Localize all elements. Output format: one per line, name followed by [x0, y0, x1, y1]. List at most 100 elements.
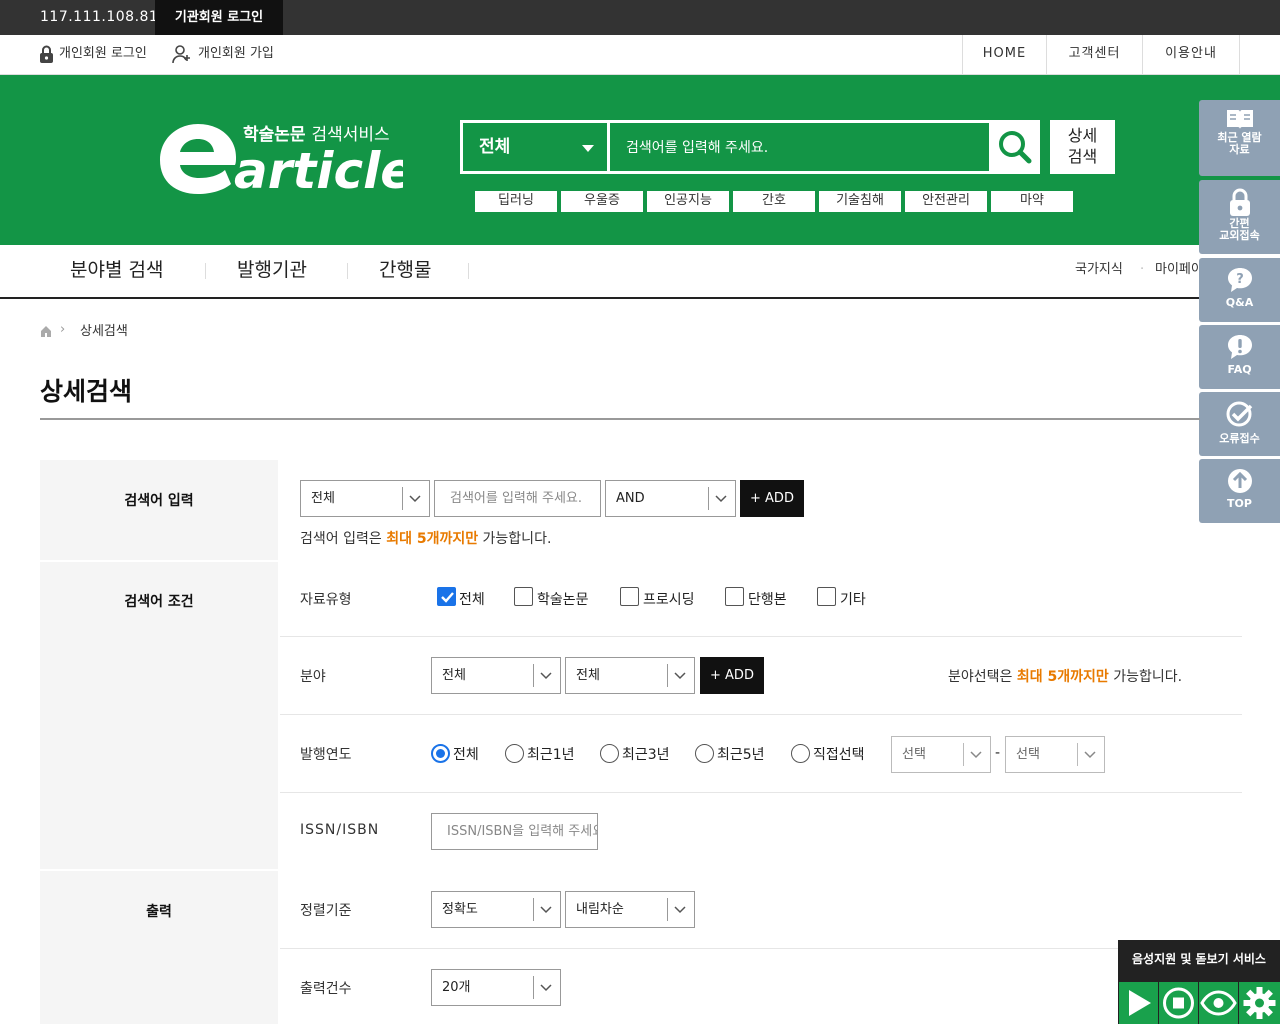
row-divider: [280, 792, 1242, 793]
type-etc-checkbox[interactable]: [817, 587, 836, 606]
institution-login-button[interactable]: 기관회원 로그인: [155, 0, 283, 35]
quick-error-report[interactable]: 오류접수: [1199, 392, 1280, 456]
main-search-input[interactable]: 검색어를 입력해 주세요.: [610, 120, 992, 174]
svg-text:?: ?: [1236, 272, 1244, 287]
nav-field-search[interactable]: 분야별 검색: [70, 245, 163, 297]
year-3-radio[interactable]: [600, 744, 619, 763]
customer-center-link[interactable]: 고객센터: [1046, 35, 1142, 75]
quick-faq[interactable]: FAQ: [1199, 325, 1280, 389]
type-book-checkbox[interactable]: [725, 587, 744, 606]
type-all-checkbox[interactable]: [437, 587, 456, 606]
keyword-tag[interactable]: 기술침해: [819, 191, 901, 212]
personal-join-label: 개인회원 가입: [198, 46, 274, 61]
breadcrumb-current: 상세검색: [80, 324, 128, 339]
year-to-select[interactable]: 선택: [1005, 736, 1105, 773]
title-divider: [40, 418, 1200, 420]
gear-icon: [1243, 987, 1276, 1019]
chevron-down-icon: [540, 984, 552, 992]
result-count-value: 20개: [442, 980, 471, 995]
home-link[interactable]: HOME: [962, 35, 1046, 75]
quick-top-label: TOP: [1227, 497, 1252, 510]
detail-search-label-1: 상세: [1067, 126, 1098, 145]
note-text: 가능합니다.: [478, 531, 552, 547]
keyword-input[interactable]: 검색어를 입력해 주세요.: [434, 480, 601, 517]
keyword-tag[interactable]: 딥러닝: [475, 191, 557, 212]
earticle-logo[interactable]: article: [158, 112, 414, 200]
book-icon: [1226, 110, 1253, 129]
quick-offcampus-access[interactable]: 간편 교외접속: [1199, 180, 1280, 254]
keyword-tag[interactable]: 인공지능: [647, 191, 729, 212]
field-major-select[interactable]: 전체: [431, 657, 561, 694]
keyword-tag[interactable]: 마약: [991, 191, 1073, 212]
year-label: 발행연도: [300, 747, 352, 763]
type-article-label: 학술논문: [537, 592, 589, 608]
result-count-select[interactable]: 20개: [431, 969, 561, 1006]
operator-value: AND: [616, 491, 645, 506]
sort-by-select[interactable]: 정확도: [431, 891, 561, 928]
chevron-down-icon: [1084, 751, 1096, 759]
year-from-select[interactable]: 선택: [891, 736, 991, 773]
lock-icon: [1229, 188, 1250, 216]
home-icon[interactable]: [40, 325, 52, 337]
field-minor-value: 전체: [576, 668, 600, 683]
year-to-value: 선택: [1016, 747, 1040, 762]
personal-login-link[interactable]: 개인회원 로그인: [40, 35, 147, 75]
nav-journals[interactable]: 간행물: [379, 245, 431, 297]
quick-qna-label: Q&A: [1225, 296, 1254, 309]
quick-error-label: 오류접수: [1219, 432, 1260, 445]
nav-mypage[interactable]: 마이페이: [1155, 245, 1199, 297]
type-article-checkbox[interactable]: [514, 587, 533, 606]
year-range-dash: -: [995, 745, 1001, 761]
add-keyword-button[interactable]: + ADD: [740, 480, 804, 517]
quick-top[interactable]: TOP: [1199, 459, 1280, 523]
row-divider: [280, 714, 1242, 715]
field-minor-select[interactable]: 전체: [565, 657, 695, 694]
keyword-tag[interactable]: 간호: [733, 191, 815, 212]
issn-input[interactable]: ISSN/ISBN을 입력해 주세요.: [431, 813, 598, 850]
type-proceeding-checkbox[interactable]: [620, 587, 639, 606]
add-field-button[interactable]: + ADD: [700, 657, 764, 694]
keyword-tag[interactable]: 안전관리: [905, 191, 987, 212]
keyword-tag[interactable]: 우울증: [561, 191, 643, 212]
nav-divider: [205, 263, 206, 279]
stop-button[interactable]: [1159, 982, 1198, 1024]
magnifier-button[interactable]: [1199, 982, 1238, 1024]
guide-link[interactable]: 이용안내: [1142, 35, 1240, 75]
year-custom-radio[interactable]: [791, 744, 810, 763]
year-1-label: 최근1년: [527, 747, 575, 763]
chevron-down-icon: [409, 495, 421, 503]
quick-recent-label-2: 자료: [1229, 143, 1250, 156]
label-cell-search-input: [40, 460, 278, 560]
year-3-label: 최근3년: [622, 747, 670, 763]
note-highlight: 최대 5개까지만: [1016, 669, 1109, 685]
quick-offcampus-label-2: 교외접속: [1219, 229, 1260, 242]
question-icon: ?: [1227, 268, 1252, 292]
stop-icon: [1163, 987, 1194, 1019]
search-button[interactable]: [990, 120, 1040, 174]
eye-icon: [1200, 990, 1237, 1016]
quick-qna[interactable]: ? Q&A: [1199, 258, 1280, 322]
chevron-down-icon: [715, 495, 727, 503]
nav-national-knowledge[interactable]: 국가지식: [1075, 245, 1123, 297]
nav-dot: ·: [1140, 262, 1145, 277]
keyword-scope-select[interactable]: 전체: [300, 480, 430, 517]
quick-recent-items[interactable]: 최근 열람 자료: [1199, 100, 1280, 176]
issn-label: ISSN/ISBN: [300, 822, 380, 838]
chevron-down-icon: [674, 672, 686, 680]
detail-search-button[interactable]: 상세 검색: [1050, 120, 1115, 174]
personal-join-link[interactable]: 개인회원 가입: [172, 35, 274, 75]
field-limit-note: 분야선택은 최대 5개까지만 가능합니다.: [948, 666, 1182, 686]
note-text: 가능합니다.: [1108, 669, 1183, 685]
year-1-radio[interactable]: [505, 744, 524, 763]
settings-button[interactable]: [1239, 982, 1280, 1024]
quick-faq-label: FAQ: [1227, 363, 1252, 376]
year-5-radio[interactable]: [695, 744, 714, 763]
year-all-radio[interactable]: [431, 744, 450, 763]
operator-select[interactable]: AND: [605, 480, 736, 517]
play-button[interactable]: [1119, 982, 1158, 1024]
nav-publishers[interactable]: 발행기관: [237, 245, 307, 297]
section-label-conditions: 검색어 조건: [124, 594, 194, 610]
type-all-label: 전체: [459, 592, 485, 608]
year-5-label: 최근5년: [717, 747, 765, 763]
sort-order-select[interactable]: 내림차순: [565, 891, 695, 928]
